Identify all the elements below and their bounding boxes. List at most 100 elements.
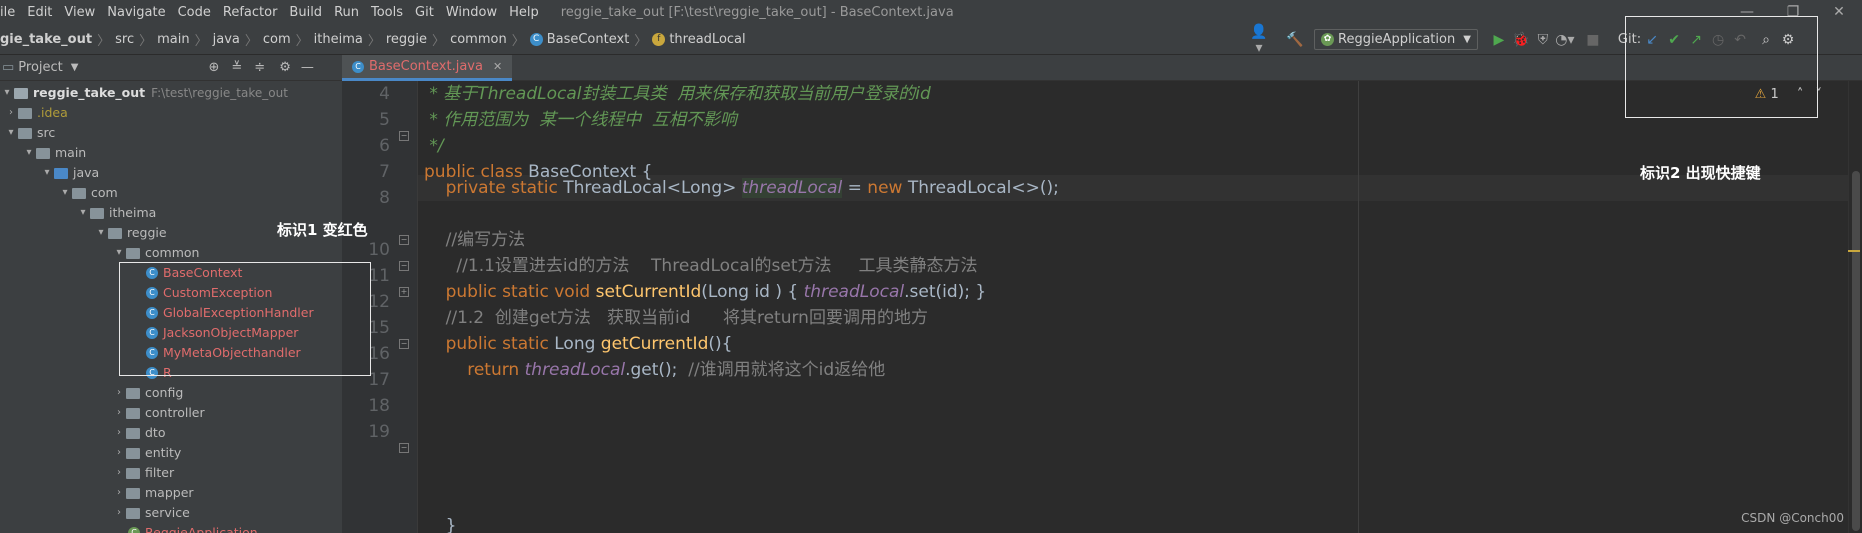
crumb-com[interactable]: com [263,32,291,47]
package-icon [126,447,140,459]
spring-class-icon: C [128,527,140,533]
tree-root[interactable]: ▾ reggie_take_out F:\test\reggie_take_ou… [0,83,288,103]
menu-build[interactable]: Build [283,5,328,20]
code-text: = [842,178,868,198]
project-title[interactable]: Project [18,60,62,75]
line-number: 8 [379,188,390,208]
crumb-itheima[interactable]: itheima [314,32,363,47]
tree-label: src [37,125,56,140]
crumb-reggie[interactable]: reggie [386,32,427,47]
tree-item-package[interactable]: › mapper [112,483,194,503]
error-stripe-marker[interactable] [1848,250,1860,252]
line-number: 5 [379,110,390,130]
expand-all-icon[interactable]: ≚ [231,60,242,75]
code-text: (Long id ) { [701,282,804,302]
code-text: (){ [708,334,733,354]
tree-item-package[interactable]: › service [112,503,190,523]
crumb-src[interactable]: src [115,32,134,47]
tree-item-package[interactable]: › filter [112,463,174,483]
line-number: 18 [368,396,390,416]
crumb-project[interactable]: gie_take_out [0,32,92,47]
tree-item-package[interactable]: › entity [112,443,181,463]
menu-window[interactable]: Window [440,5,503,20]
debug-icon[interactable]: 🐞 [1510,32,1532,48]
tree-item-com[interactable]: ▾ com [58,183,117,203]
field-icon: f [652,32,666,46]
menu-navigate[interactable]: Navigate [101,5,171,20]
code-line: } [424,516,457,533]
menu-run[interactable]: Run [328,5,365,20]
crumb-java[interactable]: java [213,32,240,47]
tree-item-reggie[interactable]: ▾ reggie [94,223,166,243]
tree-item-package[interactable]: › dto [112,423,165,443]
tree-label: common [145,245,200,260]
menu-code[interactable]: Code [172,5,217,20]
annotation-box-1 [119,262,371,376]
project-icon: ▭ [2,60,15,75]
crumb-class[interactable]: BaseContext [547,32,630,47]
editor-scrollbar[interactable] [1848,81,1862,533]
package-icon [126,247,140,259]
gear-icon[interactable]: ⚙ [279,60,291,75]
code-line: //1.2 创建get方法 获取当前id 将其return回要调用的地方 [424,308,928,328]
profile-icon[interactable]: ◔▾ [1554,32,1576,48]
class-icon: C [352,60,364,73]
coverage-icon[interactable]: ⛨ [1532,32,1554,48]
hide-icon[interactable]: — [301,60,314,75]
field-name: threadLocal [741,178,843,198]
package-icon [126,427,140,439]
tree-label: entity [145,445,182,460]
tree-item-package[interactable]: › config [112,383,183,403]
locate-icon[interactable]: ⊕ [208,60,219,75]
build-hammer-icon[interactable]: 🔨 [1284,32,1306,48]
package-icon [126,407,140,419]
crumb-field[interactable]: threadLocal [669,32,745,47]
collapse-all-icon[interactable]: ≑ [254,60,265,75]
scrollbar-thumb[interactable] [1852,171,1860,531]
menu-refactor[interactable]: Refactor [217,5,284,20]
tree-item-java[interactable]: ▾ java [40,163,99,183]
fold-icon[interactable]: − [399,443,409,453]
fold-icon[interactable]: − [399,235,409,245]
tree-item-main[interactable]: ▾ main [22,143,86,163]
tree-root-path: F:\test\reggie_take_out [151,86,288,100]
tree-item-class[interactable]: C ReggieApplication [128,523,258,533]
run-icon[interactable]: ▶ [1488,32,1510,48]
user-icon[interactable]: 👤▾ [1248,24,1270,56]
code-line: */ [424,136,444,156]
fold-icon[interactable]: − [399,131,409,141]
crumb-common[interactable]: common [450,32,507,47]
tree-item-package[interactable]: › controller [112,403,205,423]
menu-help[interactable]: Help [503,5,545,20]
menu-file[interactable]: ile [0,5,21,20]
close-tab-icon[interactable]: ✕ [493,60,502,73]
tree-item-common[interactable]: ▾ common [112,243,199,263]
crumb-main[interactable]: main [157,32,189,47]
keyword: return [424,360,525,380]
fold-icon[interactable]: + [399,287,409,297]
stop-icon[interactable]: ■ [1582,32,1604,48]
close-icon[interactable]: ✕ [1816,0,1862,24]
folder-icon [36,147,50,159]
menu-git[interactable]: Git [409,5,440,20]
folder-icon [14,87,28,99]
line-number: 6 [379,136,390,156]
tab-label: BaseContext.java [369,59,483,74]
tree-item-idea[interactable]: › .idea [4,103,68,123]
run-config-select[interactable]: ✿ ReggieApplication ▼ [1314,29,1478,50]
package-icon [126,507,140,519]
fold-icon[interactable]: − [399,261,409,271]
menu-edit[interactable]: Edit [21,5,58,20]
fold-icon[interactable]: − [399,339,409,349]
chevron-down-icon[interactable]: ▼ [71,62,79,73]
code-line: private static ThreadLocal<Long> threadL… [424,175,1059,201]
tree-root-label: reggie_take_out [33,85,146,100]
menu-view[interactable]: View [58,5,101,20]
tree-label: mapper [145,485,194,500]
tree-item-src[interactable]: ▾ src [4,123,55,143]
menu-tools[interactable]: Tools [365,5,409,20]
code-editor[interactable]: 4 5 6 7 8 10 11 12 15 16 17 18 19 − − − … [342,81,1862,533]
tab-basecontext[interactable]: C BaseContext.java ✕ [342,55,513,81]
tree-item-itheima[interactable]: ▾ itheima [76,203,156,223]
tree-label: itheima [109,205,157,220]
